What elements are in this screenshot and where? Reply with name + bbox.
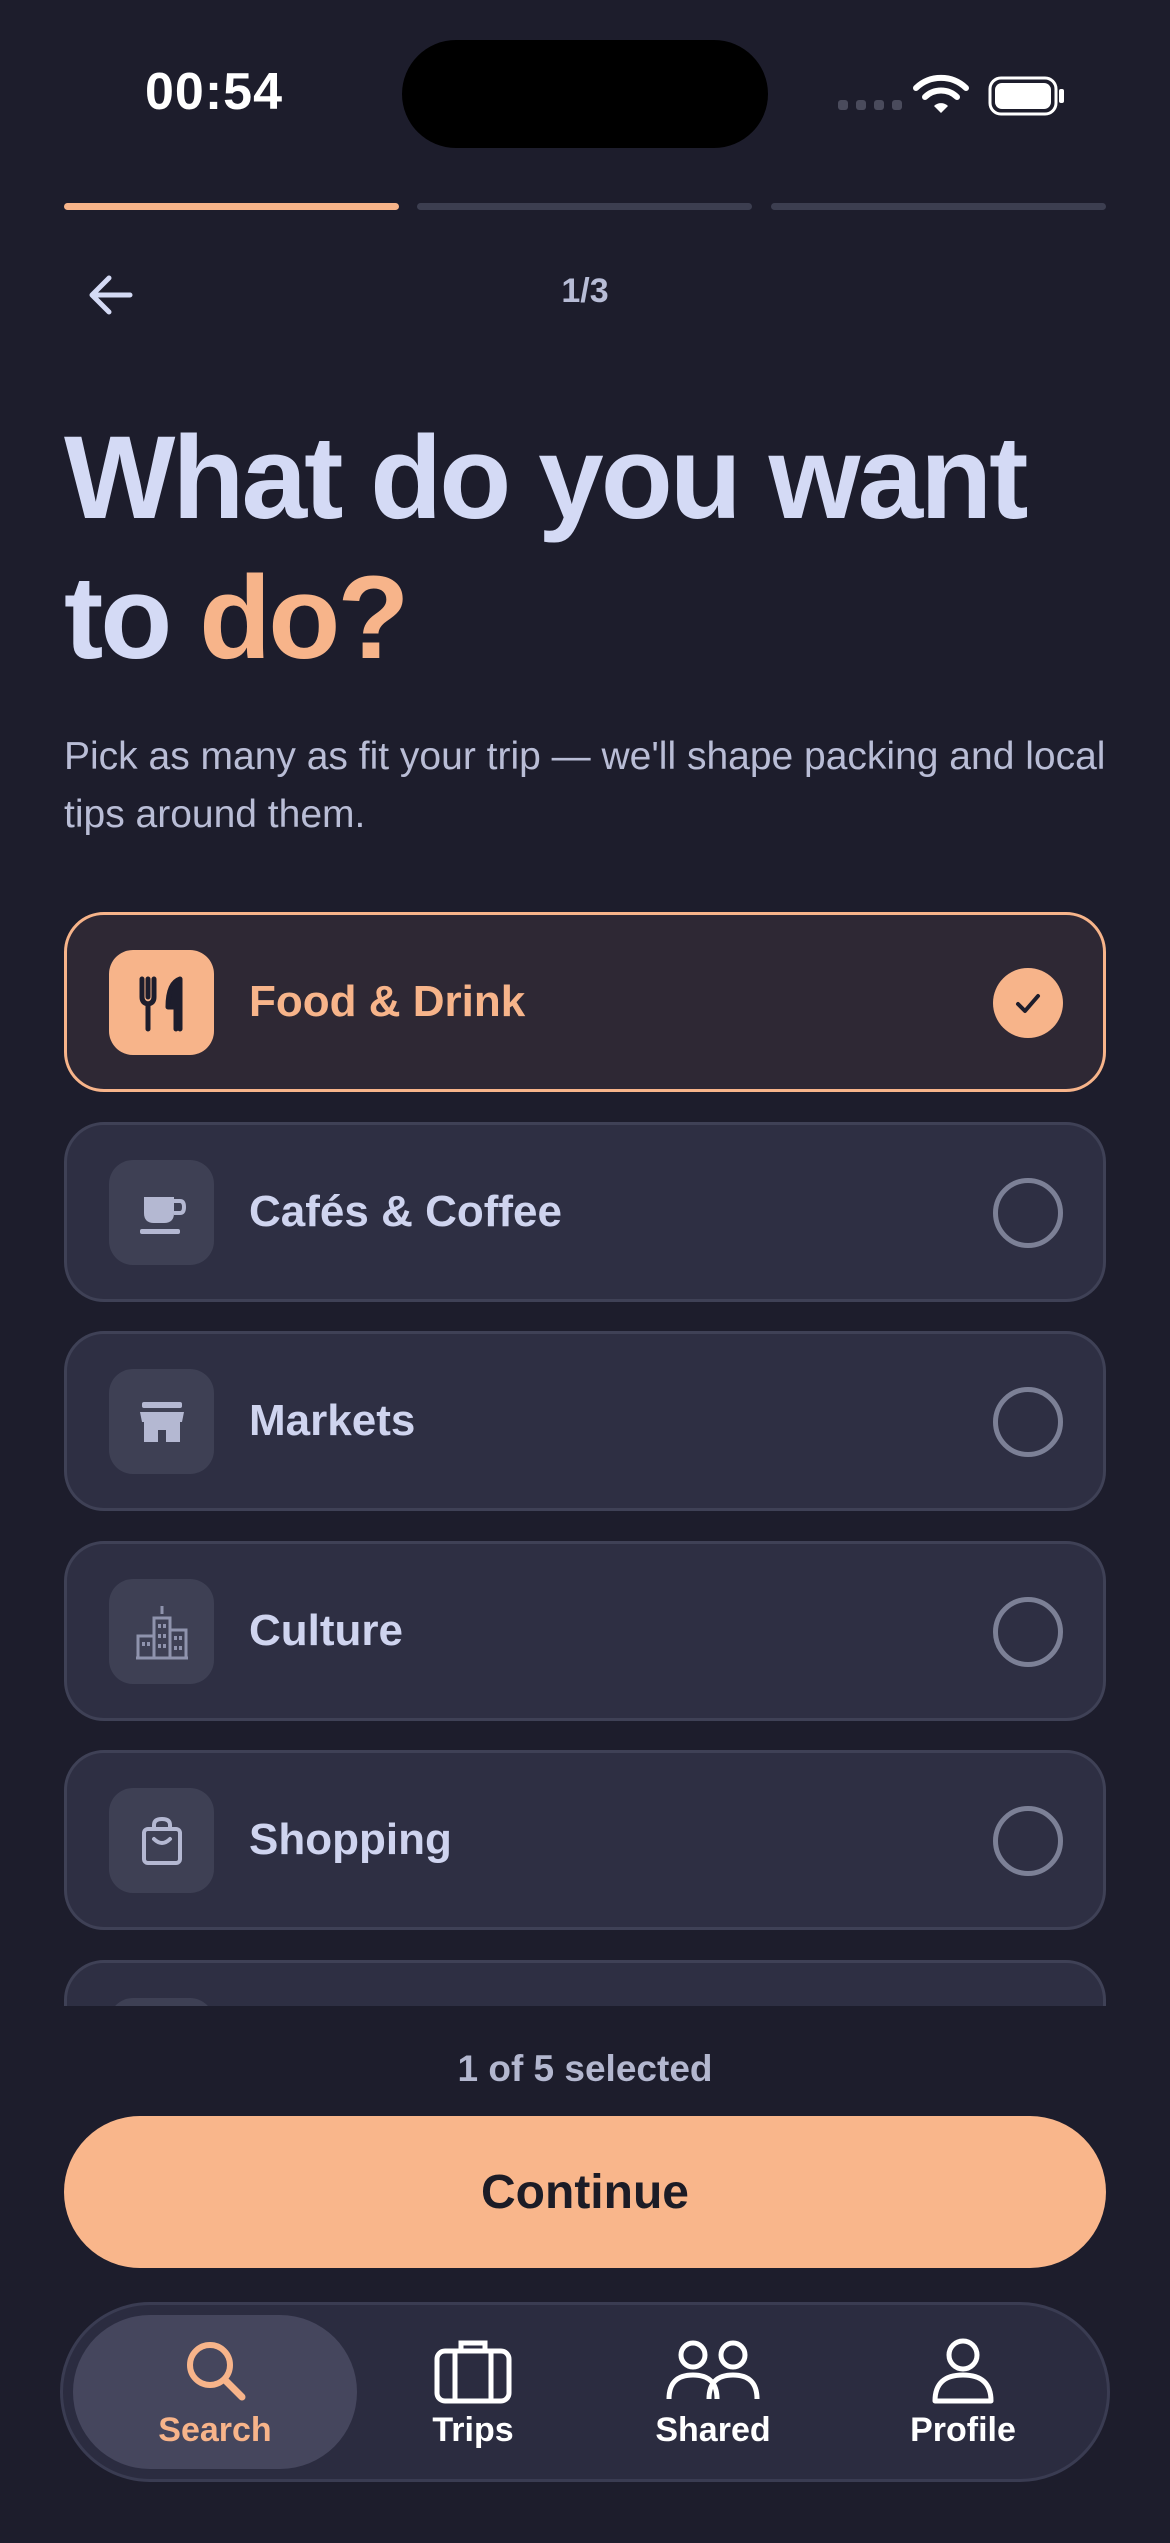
- wifi-icon: [913, 74, 969, 113]
- radio-empty-icon: [993, 1806, 1063, 1876]
- utensils-icon: [109, 950, 214, 1055]
- step-indicator: 1/3: [561, 272, 609, 310]
- page-subtitle: Pick as many as fit your trip — we'll sh…: [64, 735, 1106, 836]
- option-label: Markets: [249, 1396, 416, 1445]
- progress-segment-3: [771, 203, 1106, 210]
- option-label: Shopping: [249, 1815, 452, 1864]
- tab-label: Shared: [655, 2410, 771, 2449]
- radio-empty-icon: [993, 1387, 1063, 1457]
- tab-profile[interactable]: Profile: [863, 2315, 1063, 2469]
- progress-segment-2: [417, 203, 752, 210]
- person-icon: [932, 2338, 994, 2403]
- option-food-drink[interactable]: Food & Drink: [64, 912, 1106, 1092]
- suitcase-icon: [434, 2340, 512, 2403]
- page-title: What do you want to do?: [64, 408, 1124, 688]
- title-line-2: to: [64, 552, 200, 684]
- storefront-icon: [109, 1369, 214, 1474]
- status-time: 00:54: [145, 63, 283, 121]
- tab-trips[interactable]: Trips: [383, 2315, 563, 2469]
- progress-segment-1: [64, 203, 399, 210]
- option-label: Food & Drink: [249, 977, 526, 1026]
- tab-shared[interactable]: Shared: [623, 2315, 803, 2469]
- shopping-bag-icon: [109, 1788, 214, 1893]
- selection-count: 1 of 5 selected: [457, 2048, 713, 2089]
- option-label: Culture: [249, 1606, 403, 1655]
- title-accent: do?: [199, 552, 409, 684]
- search-icon: [187, 2341, 246, 2400]
- battery-icon: [988, 76, 1064, 116]
- dynamic-island: [402, 40, 768, 148]
- tab-bar: Search Trips Shared Profile: [60, 2302, 1110, 2482]
- option-shopping[interactable]: Shopping: [64, 1750, 1106, 1930]
- people-icon: [666, 2340, 760, 2399]
- tab-search[interactable]: Search: [73, 2315, 357, 2469]
- option-cafes-coffee[interactable]: Cafés & Coffee: [64, 1122, 1106, 1302]
- cellular-signal-icon: [838, 100, 902, 110]
- option-culture[interactable]: Culture: [64, 1541, 1106, 1721]
- city-buildings-icon: [109, 1579, 214, 1684]
- continue-button[interactable]: Continue: [64, 2116, 1106, 2268]
- radio-empty-icon: [993, 1597, 1063, 1667]
- option-markets[interactable]: Markets: [64, 1331, 1106, 1511]
- tab-label: Search: [158, 2410, 272, 2449]
- checkmark-icon: [993, 968, 1063, 1038]
- tab-label: Trips: [432, 2410, 514, 2449]
- option-label: Cafés & Coffee: [249, 1187, 562, 1236]
- tab-label: Profile: [910, 2410, 1016, 2449]
- coffee-cup-icon: [109, 1160, 214, 1265]
- title-line-1: What do you want: [64, 412, 1028, 544]
- back-arrow-icon[interactable]: [82, 266, 140, 324]
- radio-empty-icon: [993, 1178, 1063, 1248]
